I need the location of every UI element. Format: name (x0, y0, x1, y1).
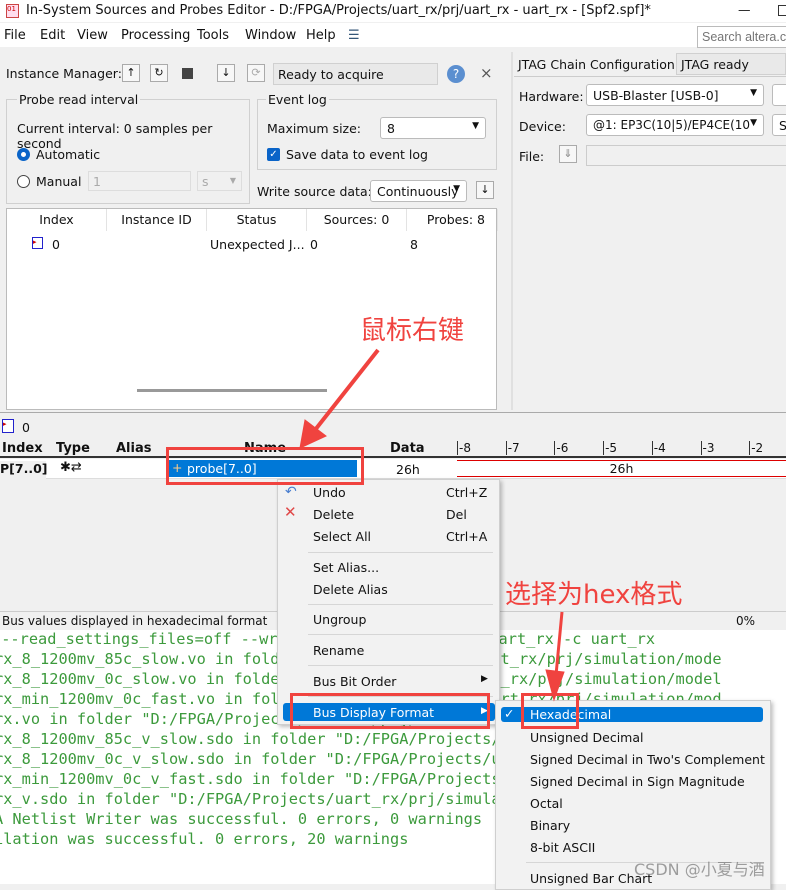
annotation-arrows (299, 348, 565, 702)
watermark: CSDN @小夏与酒 (634, 860, 765, 879)
arrow-to-hex (545, 611, 565, 702)
arrow-to-name (299, 348, 380, 449)
